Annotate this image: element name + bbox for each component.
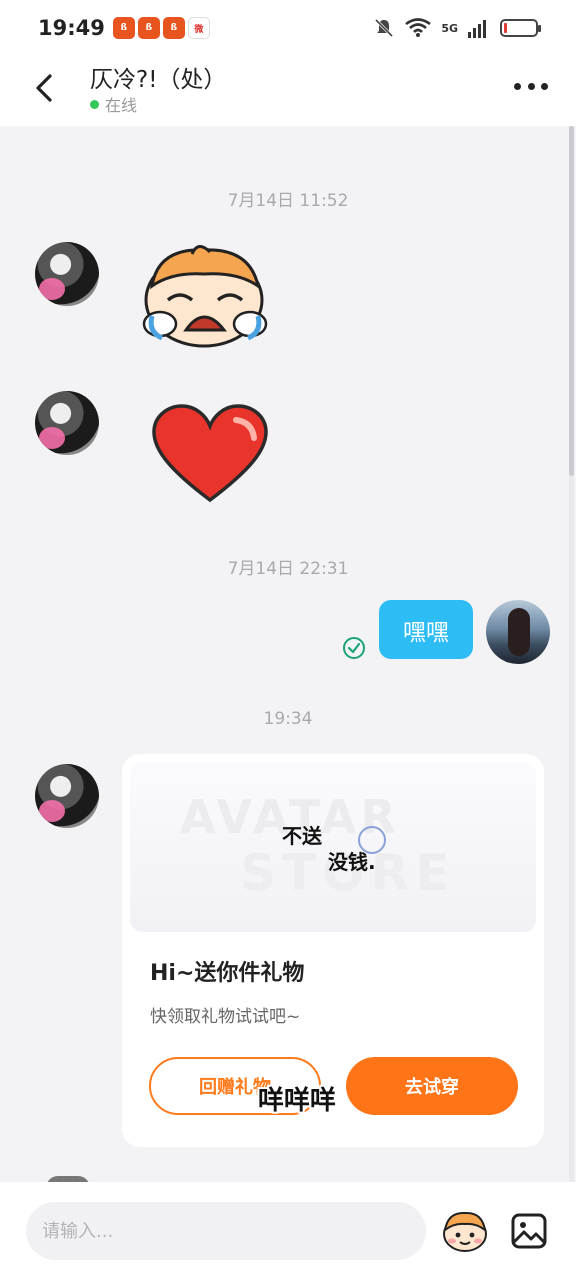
timestamp: 7月14日 11:52 [227,191,349,211]
app-2-icon: ß [137,17,160,39]
online-dot-icon [90,99,99,109]
overlay-caption: 不送 [282,824,322,848]
contact-avatar[interactable] [35,391,99,455]
status-bar: 19:49 ß ß ß 微 5G [0,0,576,56]
back-icon[interactable] [28,70,64,106]
scrollbar-thumb[interactable] [569,126,574,476]
crying-sticker-icon[interactable] [138,242,274,352]
message-input[interactable] [26,1202,426,1260]
gift-subtitle: 快领取礼物试试吧~ [150,1007,301,1027]
battery-icon [500,19,541,37]
status-right: 5G [373,17,541,39]
image-picker-icon[interactable] [510,1212,548,1250]
network-type: 5G [441,21,458,35]
weibo-icon: 微 [187,17,210,39]
status-time: 19:49 [38,16,105,40]
online-label: 在线 [105,96,138,115]
notification-icons: ß ß ß 微 [112,17,210,39]
try-on-button[interactable]: 去试穿 [346,1057,518,1115]
tap-indicator [358,826,386,854]
chat-header: 仄冷?!（处） 在线 [0,56,576,126]
overlay-caption: 咩咩咩 [258,1086,337,1116]
input-bar [0,1182,576,1280]
contact-name: 仄冷?!（处） [90,67,227,93]
read-check-icon [343,637,365,659]
online-status: 在线 [90,92,137,116]
my-avatar[interactable] [486,600,550,664]
timestamp: 7月14日 22:31 [227,559,349,579]
app-1-icon: ß [112,17,135,39]
wifi-icon [405,18,432,37]
chat-area[interactable]: 7月14日 11:52 7月14日 22:31 嘿嘿 19:34 AVATAR … [0,126,576,1182]
mute-bell-icon [375,18,394,38]
app-3-icon: ß [162,17,185,39]
more-options-icon[interactable] [514,78,548,94]
contact-avatar[interactable] [35,242,99,306]
timestamp: 19:34 [263,709,313,729]
signal-icon [468,20,486,38]
gift-title: Hi~送你件礼物 [150,961,305,986]
outgoing-message[interactable]: 嘿嘿 [379,600,473,659]
emoji-sticker-icon[interactable] [440,1208,490,1254]
contact-avatar[interactable] [35,764,99,828]
heart-sticker-icon[interactable] [150,404,270,504]
